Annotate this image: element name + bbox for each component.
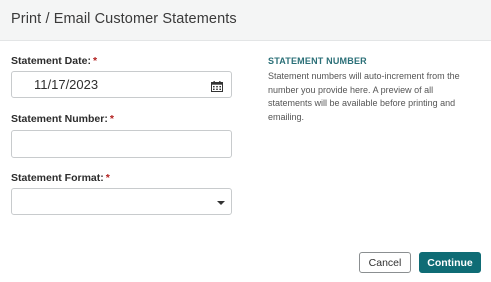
dialog-header: Print / Email Customer Statements bbox=[0, 0, 491, 41]
statement-date-input[interactable]: 11/17/2023 bbox=[11, 71, 232, 98]
statement-number-label-text: Statement Number: bbox=[11, 113, 108, 125]
required-marker: * bbox=[92, 55, 98, 67]
statement-number-input[interactable] bbox=[11, 130, 232, 158]
statement-number-label: Statement Number: * bbox=[11, 113, 114, 125]
statement-format-select[interactable] bbox=[11, 188, 232, 215]
required-marker: * bbox=[109, 113, 114, 125]
dialog-title: Print / Email Customer Statements bbox=[11, 11, 237, 27]
help-heading: STATEMENT NUMBER bbox=[268, 56, 367, 66]
statement-format-label: Statement Format: * bbox=[11, 172, 110, 184]
cancel-button[interactable]: Cancel bbox=[359, 252, 411, 273]
help-text: Statement numbers will auto-increment fr… bbox=[268, 71, 460, 122]
statement-format-label-text: Statement Format: bbox=[11, 172, 104, 184]
statement-date-value: 11/17/2023 bbox=[34, 77, 99, 92]
statement-date-label: Statement Date: * bbox=[11, 55, 97, 67]
statement-date-label-text: Statement Date: bbox=[11, 55, 91, 67]
continue-button[interactable]: Continue bbox=[419, 252, 481, 273]
required-marker: * bbox=[105, 172, 110, 184]
caret-down-icon[interactable] bbox=[217, 201, 225, 205]
calendar-icon[interactable] bbox=[211, 79, 223, 92]
